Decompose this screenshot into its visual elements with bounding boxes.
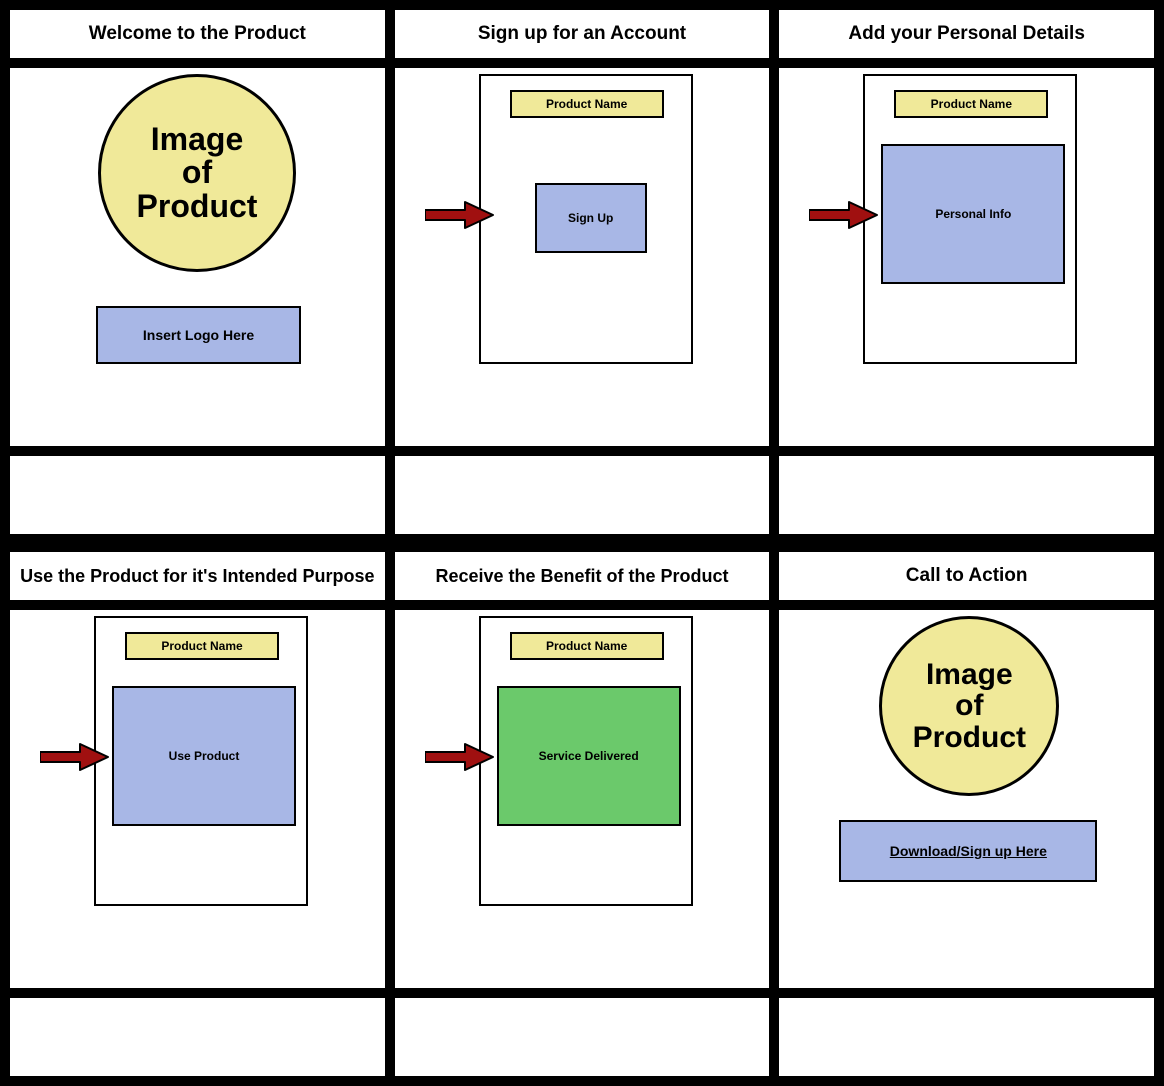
cell-signup: Sign up for an Account Product Name Sign…	[395, 10, 770, 534]
cell-use-product: Use the Product for it's Intended Purpos…	[10, 552, 385, 1076]
cell-canvas: Product Name Use Product	[10, 610, 385, 988]
arrow-right-icon	[425, 742, 495, 772]
arrow-right-icon	[809, 200, 879, 230]
product-image-circle: ImageofProduct	[98, 74, 296, 272]
product-name-bar: Product Name	[125, 632, 279, 660]
action-label: Use Product	[169, 749, 240, 763]
product-name-bar: Product Name	[510, 632, 664, 660]
cell-canvas: ImageofProduct Insert Logo Here	[10, 68, 385, 446]
cta-button[interactable]: Download/Sign up Here	[839, 820, 1097, 882]
insert-logo-button[interactable]: Insert Logo Here	[96, 306, 301, 364]
cell-benefit: Receive the Benefit of the Product Produ…	[395, 552, 770, 1076]
cell-title: Use the Product for it's Intended Purpos…	[10, 552, 385, 600]
cell-canvas: Product Name Personal Info	[779, 68, 1154, 446]
product-name-label: Product Name	[546, 639, 627, 653]
cell-canvas: Product Name Service Delivered	[395, 610, 770, 988]
storyboard-grid: Welcome to the Product ImageofProduct In…	[0, 0, 1164, 1086]
service-delivered-box: Service Delivered	[497, 686, 681, 826]
cell-welcome: Welcome to the Product ImageofProduct In…	[10, 10, 385, 534]
arrow-right-icon	[425, 200, 495, 230]
personal-info-box[interactable]: Personal Info	[881, 144, 1065, 284]
cell-title: Sign up for an Account	[395, 10, 770, 58]
cell-footer	[395, 456, 770, 534]
cell-title: Welcome to the Product	[10, 10, 385, 58]
cell-footer	[779, 456, 1154, 534]
use-product-box[interactable]: Use Product	[112, 686, 296, 826]
logo-label: Insert Logo Here	[143, 327, 254, 343]
circle-label: ImageofProduct	[137, 123, 258, 224]
cell-title: Receive the Benefit of the Product	[395, 552, 770, 600]
cell-title: Call to Action	[779, 552, 1154, 600]
action-label: Personal Info	[935, 207, 1011, 221]
cell-canvas: ImageofProduct Download/Sign up Here	[779, 610, 1154, 988]
cell-footer	[395, 998, 770, 1076]
product-image-circle: ImageofProduct	[879, 616, 1059, 796]
action-label: Sign Up	[568, 211, 613, 225]
cell-footer	[779, 998, 1154, 1076]
cell-footer	[10, 998, 385, 1076]
circle-label: ImageofProduct	[913, 659, 1026, 754]
product-name-label: Product Name	[931, 97, 1012, 111]
cell-canvas: Product Name Sign Up	[395, 68, 770, 446]
arrow-right-icon	[40, 742, 110, 772]
cta-label: Download/Sign up Here	[890, 843, 1047, 859]
cell-footer	[10, 456, 385, 534]
action-label: Service Delivered	[539, 749, 639, 763]
cell-cta: Call to Action ImageofProduct Download/S…	[779, 552, 1154, 1076]
signup-button[interactable]: Sign Up	[535, 183, 647, 253]
product-name-bar: Product Name	[894, 90, 1048, 118]
product-name-label: Product Name	[161, 639, 242, 653]
cell-personal-details: Add your Personal Details Product Name P…	[779, 10, 1154, 534]
product-name-label: Product Name	[546, 97, 627, 111]
product-name-bar: Product Name	[510, 90, 664, 118]
cell-title: Add your Personal Details	[779, 10, 1154, 58]
